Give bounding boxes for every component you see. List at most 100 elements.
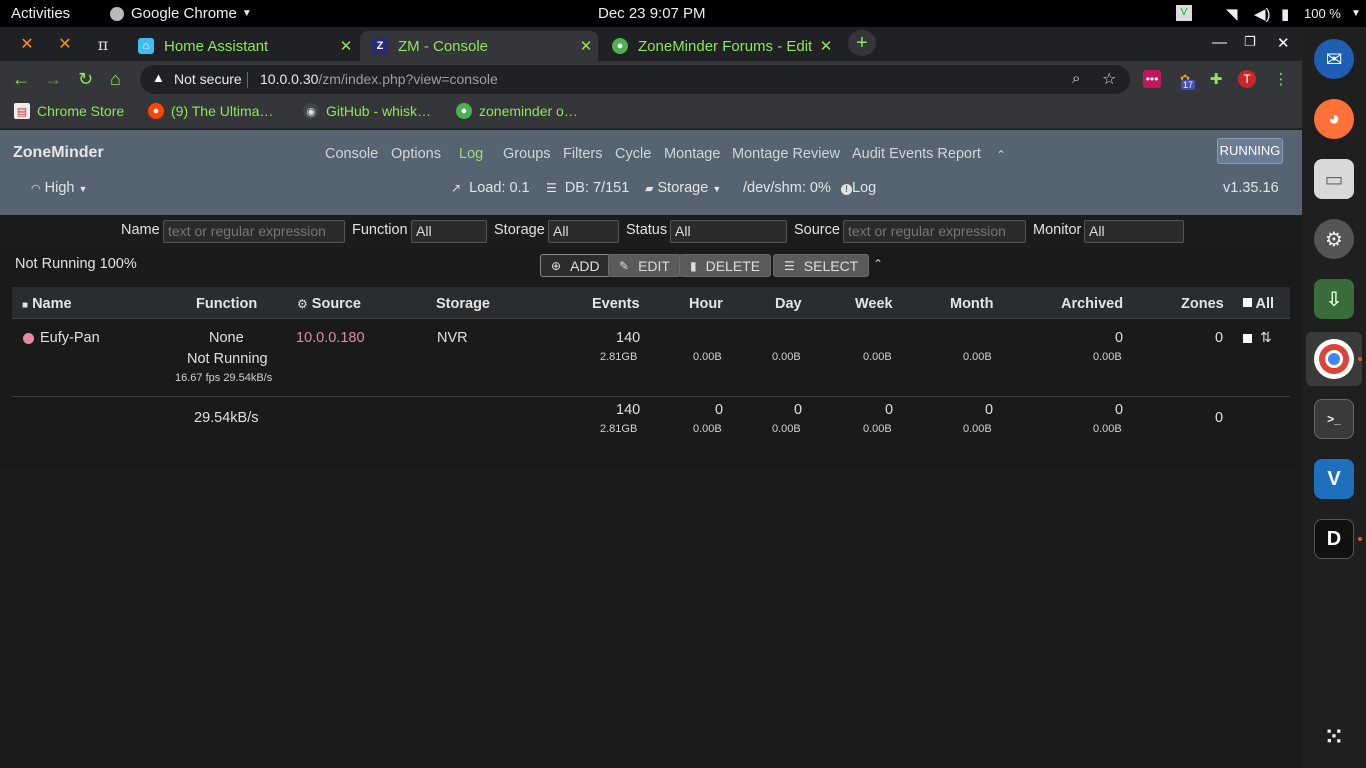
close-icon[interactable]: ✕ bbox=[574, 37, 598, 55]
zoom-icon[interactable]: ⌕ bbox=[1072, 70, 1080, 87]
new-tab-button[interactable]: + bbox=[848, 30, 876, 56]
monitor-name[interactable]: Eufy-Pan bbox=[40, 330, 100, 346]
bandwidth-dropdown[interactable]: ◠ High ▼ bbox=[31, 180, 87, 196]
menu-console[interactable]: Console bbox=[325, 146, 378, 162]
menu-groups[interactable]: Groups bbox=[503, 146, 551, 162]
reload-icon[interactable]: ↻ bbox=[78, 69, 93, 90]
bookmark-github[interactable]: ◉ GitHub - whisk… bbox=[303, 103, 431, 119]
more-menu-icon[interactable]: ⋮ bbox=[1272, 70, 1290, 88]
address-bar[interactable]: ▲ Not secure 10.0.0.30/zm/index.php?view… bbox=[140, 65, 1130, 94]
restore-icon[interactable]: ❐ bbox=[1244, 34, 1256, 50]
col-week[interactable]: Week bbox=[855, 296, 893, 312]
row-checkbox[interactable] bbox=[1243, 334, 1252, 343]
total-archived[interactable]: 0 bbox=[1115, 402, 1123, 418]
close-icon[interactable]: ✕ bbox=[814, 37, 838, 55]
wifi-icon[interactable]: ◥ bbox=[1226, 5, 1238, 23]
filter-monitor-select[interactable]: All bbox=[1084, 220, 1184, 243]
back-icon[interactable]: ← bbox=[12, 69, 30, 90]
puzzle-icon[interactable]: ✚ bbox=[1207, 70, 1225, 88]
monitor-function[interactable]: None bbox=[209, 330, 244, 346]
activities-button[interactable]: Activities bbox=[11, 5, 70, 22]
tab-home-assistant[interactable]: ⌂ Home Assistant ✕ bbox=[126, 31, 358, 61]
col-events[interactable]: Events bbox=[592, 296, 640, 312]
select-button[interactable]: ☰ SELECT bbox=[773, 254, 870, 277]
total-week[interactable]: 0 bbox=[885, 402, 893, 418]
vscode-indicator-icon[interactable]: V bbox=[1176, 5, 1192, 21]
minimize-icon[interactable]: — bbox=[1212, 34, 1227, 51]
total-month[interactable]: 0 bbox=[985, 402, 993, 418]
installer-icon[interactable]: ⇩ bbox=[1314, 279, 1354, 319]
battery-percent[interactable]: 100 % bbox=[1304, 6, 1341, 21]
add-button[interactable]: ⊕ ADD bbox=[540, 254, 611, 277]
col-day[interactable]: Day bbox=[775, 296, 802, 312]
monitor-events[interactable]: 140 bbox=[616, 330, 640, 346]
run-state-button[interactable]: RUNNING bbox=[1217, 138, 1283, 164]
pinned-tab-2[interactable]: ✕ bbox=[52, 33, 78, 55]
monitor-source[interactable]: 10.0.0.180 bbox=[296, 330, 365, 346]
storage-dropdown[interactable]: ▰ Storage ▼ bbox=[645, 180, 721, 196]
app-menu[interactable]: Google Chrome ▼ bbox=[110, 5, 252, 22]
edit-button[interactable]: ✎ EDIT bbox=[608, 254, 681, 277]
col-hour[interactable]: Hour bbox=[689, 296, 723, 312]
url-text[interactable]: 10.0.0.30/zm/index.php?view=console bbox=[260, 71, 498, 87]
menu-options[interactable]: Options bbox=[391, 146, 441, 162]
tab-zoneminder-forums[interactable]: ● ZoneMinder Forums - Edit ✕ bbox=[600, 31, 838, 61]
bookmark-reddit[interactable]: ● (9) The Ultima… bbox=[148, 103, 273, 119]
col-name[interactable]: ■ Name bbox=[22, 296, 72, 312]
menu-audit-events-report[interactable]: Audit Events Report bbox=[852, 146, 981, 162]
security-label[interactable]: Not secure bbox=[174, 71, 242, 87]
close-icon[interactable]: ✕ bbox=[334, 37, 358, 55]
forward-icon[interactable]: → bbox=[44, 69, 62, 90]
delete-button[interactable]: ▮ DELETE bbox=[679, 254, 772, 277]
system-menu-chevron-icon[interactable]: ▼ bbox=[1351, 8, 1361, 19]
close-window-icon[interactable]: ✕ bbox=[1277, 34, 1290, 52]
menu-log[interactable]: Log bbox=[459, 146, 483, 162]
col-month[interactable]: Month bbox=[950, 296, 993, 312]
filter-name-input[interactable]: text or regular expression bbox=[163, 220, 345, 243]
app-d-icon[interactable]: D bbox=[1314, 519, 1354, 559]
pinned-tab-1[interactable]: ✕ bbox=[14, 33, 40, 55]
profile-avatar[interactable]: T bbox=[1238, 70, 1256, 88]
collapse-chevron-icon[interactable]: ⌃ bbox=[996, 148, 1006, 162]
menu-cycle[interactable]: Cycle bbox=[615, 146, 651, 162]
filter-source-input[interactable]: text or regular expression bbox=[843, 220, 1026, 243]
terminal-icon[interactable]: >_ bbox=[1314, 399, 1354, 439]
col-archived[interactable]: Archived bbox=[1061, 296, 1123, 312]
sort-handle-icon[interactable]: ⇅ bbox=[1260, 329, 1272, 346]
col-zones[interactable]: Zones bbox=[1181, 296, 1224, 312]
star-icon[interactable]: ☆ bbox=[1102, 69, 1116, 89]
col-select-all[interactable]: All bbox=[1243, 296, 1274, 312]
chrome-icon[interactable] bbox=[1314, 339, 1354, 379]
tab-zm-console[interactable]: Z ZM - Console ✕ bbox=[360, 31, 598, 61]
collapse-chevron-icon[interactable]: ⌃ bbox=[873, 257, 883, 271]
bookmark-zoneminder[interactable]: ● zoneminder o… bbox=[456, 103, 578, 119]
zm-logo[interactable]: ZoneMinder bbox=[13, 144, 104, 162]
pinned-tab-3[interactable]: π bbox=[90, 33, 116, 55]
menu-montage-review[interactable]: Montage Review bbox=[732, 146, 840, 162]
filter-function-select[interactable]: All bbox=[411, 220, 487, 243]
log-link[interactable]: ! Log bbox=[841, 180, 876, 196]
firefox-icon[interactable]: ◕ bbox=[1314, 99, 1354, 139]
menu-montage[interactable]: Montage bbox=[664, 146, 720, 162]
lastpass-icon[interactable]: ••• bbox=[1143, 70, 1161, 88]
total-events[interactable]: 140 bbox=[616, 402, 640, 418]
thunderbird-icon[interactable]: ✉ bbox=[1314, 39, 1354, 79]
show-apps-grid-icon[interactable]: ⁙ bbox=[1314, 717, 1354, 757]
bookmark-chrome-store[interactable]: ▤ Chrome Store bbox=[14, 103, 124, 119]
monitor-zones[interactable]: 0 bbox=[1215, 330, 1223, 346]
filter-status-select[interactable]: All bbox=[670, 220, 787, 243]
battery-icon[interactable]: ▮ bbox=[1281, 5, 1289, 23]
vscode-icon[interactable]: V bbox=[1314, 459, 1354, 499]
col-function[interactable]: Function bbox=[196, 296, 257, 312]
settings-icon[interactable]: ⚙ bbox=[1314, 219, 1354, 259]
menu-filters[interactable]: Filters bbox=[563, 146, 602, 162]
warning-icon[interactable]: ▲ bbox=[152, 70, 165, 85]
version-label[interactable]: v1.35.16 bbox=[1223, 180, 1279, 196]
volume-icon[interactable]: ◀) bbox=[1254, 5, 1271, 23]
clock[interactable]: Dec 23 9:07 PM bbox=[598, 5, 706, 22]
total-hour[interactable]: 0 bbox=[715, 402, 723, 418]
total-day[interactable]: 0 bbox=[794, 402, 802, 418]
monitor-archived[interactable]: 0 bbox=[1115, 330, 1123, 346]
files-icon[interactable]: ▭ bbox=[1314, 159, 1354, 199]
col-source[interactable]: ⚙ Source bbox=[297, 296, 361, 312]
